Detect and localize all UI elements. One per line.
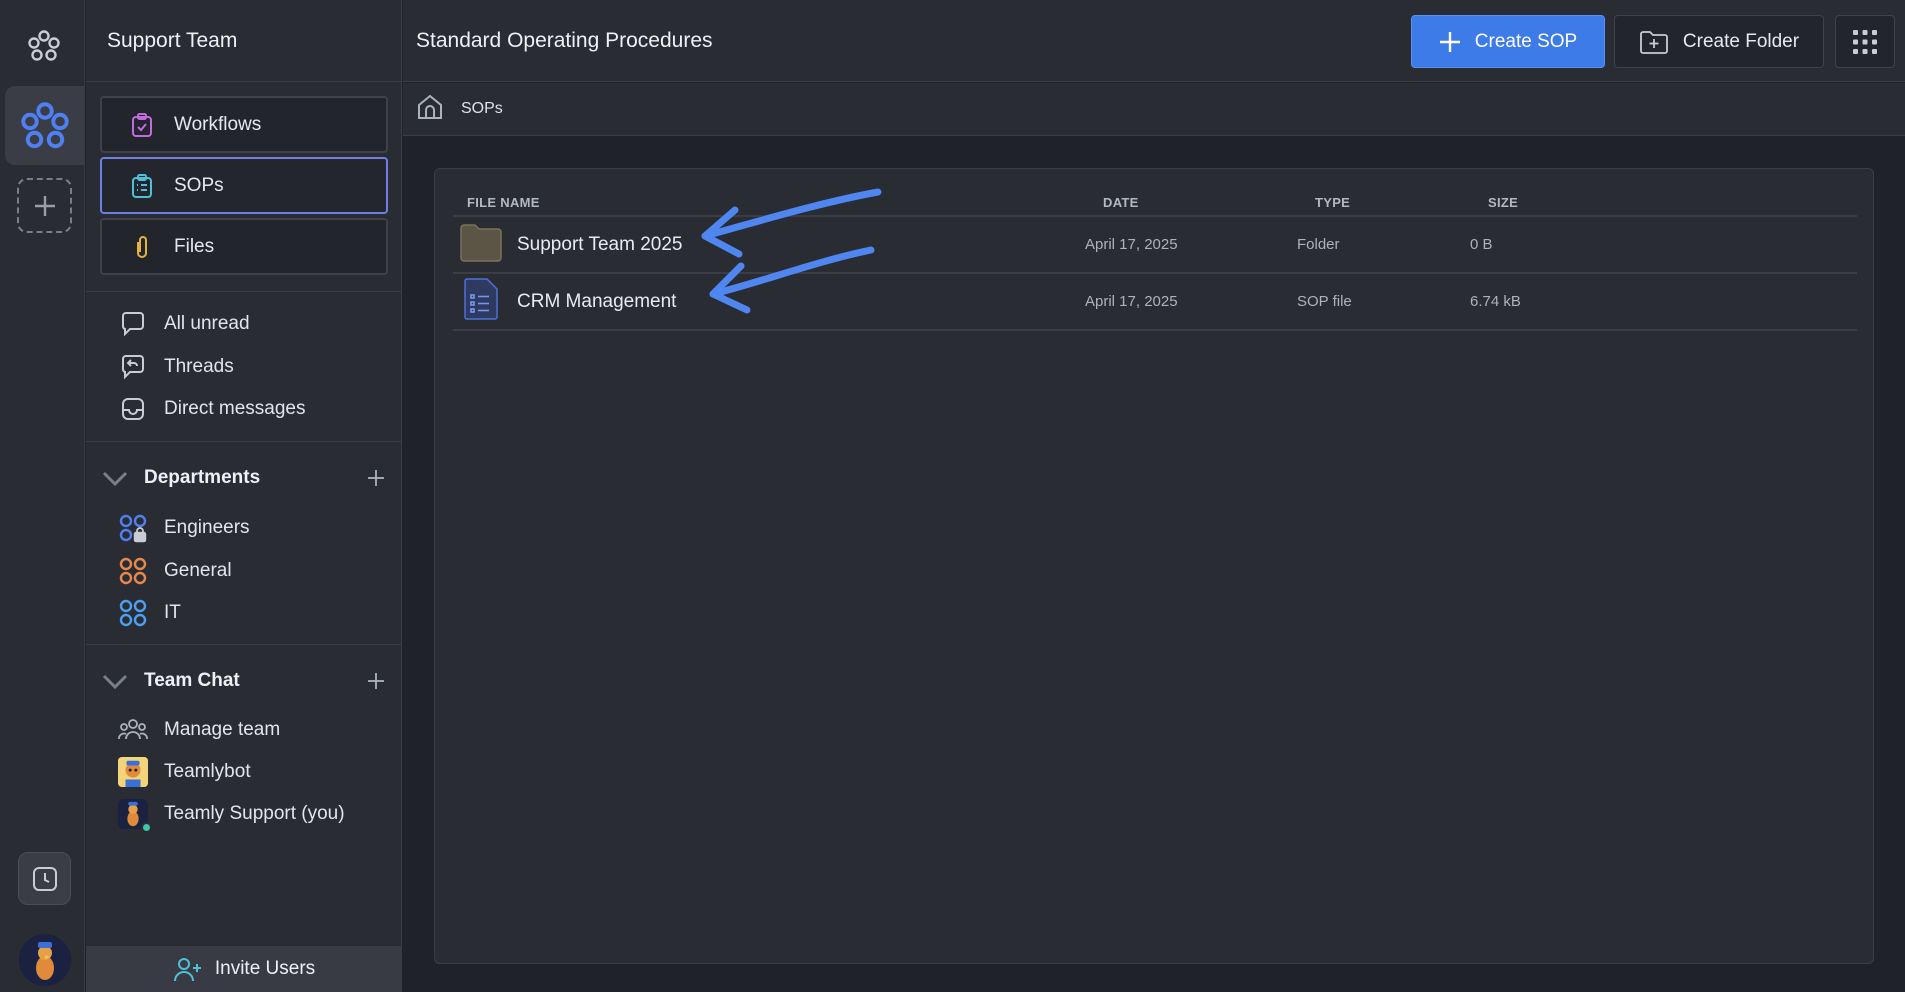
- type-cell: Folder: [1297, 236, 1340, 253]
- chevron-down-icon: [100, 666, 130, 696]
- sop-file-icon: [459, 277, 503, 327]
- clock-icon: [32, 866, 57, 891]
- nav-files-label: Files: [174, 235, 215, 257]
- history-button[interactable]: [18, 852, 71, 905]
- sidebar-item-it[interactable]: IT: [118, 596, 181, 630]
- file-name-cell[interactable]: CRM Management: [459, 274, 676, 329]
- bot-avatar: [118, 757, 148, 787]
- user-avatar: [118, 799, 152, 833]
- chevron-down-icon: [100, 463, 130, 493]
- folder-plus-icon: [1640, 30, 1668, 54]
- departments-section-header[interactable]: Departments: [100, 461, 390, 495]
- team-chat-section-header[interactable]: Team Chat: [100, 664, 390, 698]
- size-cell: 6.74 kB: [1470, 293, 1521, 310]
- column-header-size[interactable]: SIZE: [1488, 195, 1518, 210]
- workspace-title: Support Team: [86, 0, 401, 82]
- sidebar: Support Team Workflows SOPs Files All un…: [86, 0, 402, 992]
- app-logo-icon: [26, 28, 62, 64]
- sidebar-item-engineers[interactable]: Engineers: [118, 511, 250, 545]
- workspace-support-team[interactable]: [5, 86, 85, 165]
- private-channel-icon: [118, 513, 148, 543]
- team-chat-title: Team Chat: [144, 670, 240, 691]
- column-header-type[interactable]: TYPE: [1315, 195, 1350, 210]
- folder-icon: [459, 222, 503, 268]
- sidebar-item-label: General: [164, 560, 232, 581]
- file-name: CRM Management: [517, 290, 677, 312]
- sidebar-item-teamly-support[interactable]: Teamly Support (you): [118, 797, 345, 833]
- home-icon[interactable]: [415, 92, 445, 127]
- table-row[interactable]: Support Team 2025 April 17, 2025 Folder …: [453, 217, 1857, 274]
- team-icon: [118, 715, 148, 745]
- app-grid-button[interactable]: [1835, 15, 1895, 68]
- clipboard-check-icon: [128, 111, 156, 139]
- divider: [86, 441, 402, 442]
- column-header-date[interactable]: DATE: [1103, 195, 1139, 210]
- sidebar-item-label: All unread: [164, 313, 250, 334]
- date-cell: April 17, 2025: [1085, 293, 1178, 310]
- inbox-icon: [118, 394, 148, 424]
- invite-users-label: Invite Users: [214, 958, 316, 979]
- plus-icon: [1439, 31, 1460, 52]
- workspace-logo-icon: [21, 101, 69, 148]
- channel-icon: [118, 598, 148, 628]
- column-header-file-name[interactable]: FILE NAME: [467, 195, 540, 210]
- divider: [86, 644, 402, 645]
- breadcrumb-current[interactable]: SOPs: [461, 100, 503, 118]
- sidebar-item-threads[interactable]: Threads: [118, 350, 234, 384]
- nav-files[interactable]: Files: [100, 218, 388, 275]
- reply-bubble-icon: [118, 352, 148, 382]
- list-document-icon: [128, 172, 156, 200]
- nav-workflows-label: Workflows: [174, 113, 262, 135]
- sidebar-item-label: Teamlybot: [164, 761, 251, 782]
- table-header: FILE NAME DATE TYPE SIZE: [453, 181, 1857, 217]
- add-user-icon: [173, 958, 201, 982]
- bird-mascot-icon: [36, 942, 54, 980]
- sidebar-item-teamlybot[interactable]: Teamlybot: [118, 755, 251, 789]
- sidebar-item-label: IT: [164, 602, 181, 623]
- type-cell: SOP file: [1297, 293, 1352, 310]
- add-department-plus-icon[interactable]: [362, 464, 390, 492]
- create-sop-label: Create SOP: [1474, 30, 1578, 52]
- channel-icon: [118, 556, 148, 586]
- paperclip-icon: [128, 233, 156, 261]
- workspace-rail: [0, 0, 85, 992]
- top-bar: Standard Operating Procedures Create SOP…: [403, 0, 1905, 82]
- files-table: FILE NAME DATE TYPE SIZE Support Team 20…: [434, 168, 1874, 964]
- sidebar-item-direct-messages[interactable]: Direct messages: [118, 392, 306, 426]
- date-cell: April 17, 2025: [1085, 236, 1178, 253]
- sidebar-item-label: Engineers: [164, 517, 250, 538]
- sidebar-item-all-unread[interactable]: All unread: [118, 307, 250, 341]
- file-name-cell[interactable]: Support Team 2025: [459, 217, 683, 272]
- user-avatar[interactable]: [19, 934, 71, 986]
- add-workspace-button[interactable]: [17, 178, 72, 233]
- sidebar-item-manage-team[interactable]: Manage team: [118, 713, 280, 747]
- departments-title: Departments: [144, 467, 261, 488]
- grid-icon: [1853, 29, 1877, 54]
- nav-workflows[interactable]: Workflows: [100, 96, 388, 153]
- sidebar-item-label: Teamly Support (you): [164, 803, 345, 824]
- create-folder-button[interactable]: Create Folder: [1614, 15, 1824, 68]
- plus-icon: [34, 195, 55, 216]
- page-title: Standard Operating Procedures: [416, 28, 713, 52]
- file-name: Support Team 2025: [517, 233, 683, 255]
- breadcrumb: SOPs: [403, 83, 1905, 136]
- sidebar-item-general[interactable]: General: [118, 554, 232, 588]
- divider: [86, 291, 402, 292]
- nav-sops[interactable]: SOPs: [100, 157, 388, 214]
- invite-users-button[interactable]: Invite Users: [86, 946, 402, 992]
- size-cell: 0 B: [1470, 236, 1493, 253]
- sidebar-item-label: Threads: [164, 356, 234, 377]
- sidebar-item-label: Direct messages: [164, 398, 306, 419]
- table-row[interactable]: CRM Management April 17, 2025 SOP file 6…: [453, 274, 1857, 331]
- create-sop-button[interactable]: Create SOP: [1411, 15, 1605, 68]
- sidebar-item-label: Manage team: [164, 719, 281, 740]
- online-status-dot: [141, 822, 152, 833]
- nav-sops-label: SOPs: [174, 174, 224, 196]
- add-chat-plus-icon[interactable]: [362, 667, 390, 695]
- create-folder-label: Create Folder: [1682, 30, 1800, 52]
- main-content: Standard Operating Procedures Create SOP…: [403, 0, 1905, 992]
- chat-bubble-icon: [118, 309, 148, 339]
